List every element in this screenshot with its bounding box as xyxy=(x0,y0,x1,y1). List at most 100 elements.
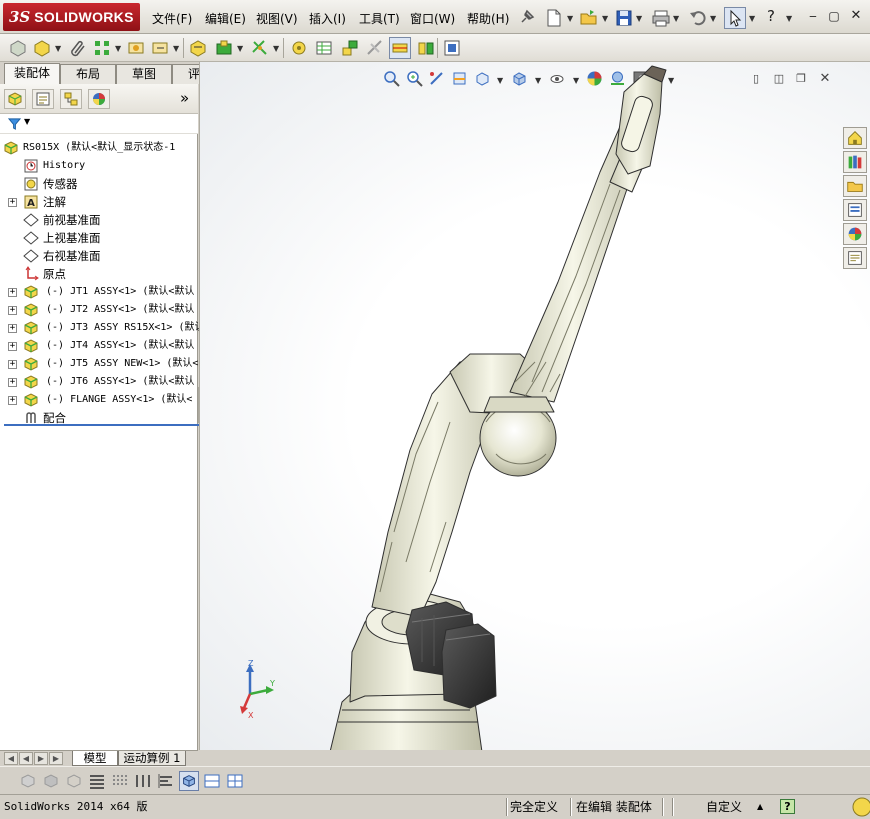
status-unit-system[interactable]: 自定义 xyxy=(706,798,742,817)
view-palette-icon[interactable] xyxy=(843,199,867,221)
notification-lightbulb-icon[interactable] xyxy=(846,797,870,819)
graphics-viewport[interactable]: ▼ ▼ ▼ ▼ ▯ ◫ ❐ ✕ Z Y X xyxy=(199,62,870,750)
menu-tools[interactable]: 工具(T) xyxy=(359,10,400,27)
tree-expander[interactable]: + xyxy=(8,378,17,387)
robot-arm-3d-model[interactable] xyxy=(310,62,780,750)
align-columns-icon[interactable] xyxy=(133,771,153,791)
viewport-restore-icon[interactable]: ❐ xyxy=(794,71,808,85)
tree-expander[interactable]: + xyxy=(8,324,17,333)
tree-item-top-plane[interactable]: 上视基准面 xyxy=(0,229,206,247)
new-part-icon[interactable] xyxy=(32,38,52,58)
linear-pattern-icon[interactable] xyxy=(92,38,112,58)
exploded-view-icon[interactable] xyxy=(340,38,360,58)
menu-file[interactable]: 文件(F) xyxy=(152,10,192,27)
tree-expander[interactable]: + xyxy=(8,288,17,297)
undo-icon[interactable] xyxy=(688,8,708,28)
last-tab-arrow-icon[interactable]: ▶ xyxy=(49,752,63,765)
tree-item-origin[interactable]: 原点 xyxy=(0,265,206,283)
tab-motion-study-1[interactable]: 运动算例 1 xyxy=(118,751,186,766)
print-dropdown-arrow[interactable]: ▼ xyxy=(673,14,679,23)
new-document-icon[interactable] xyxy=(544,8,564,28)
select-pointer-icon[interactable] xyxy=(724,7,746,29)
tree-expander[interactable]: + xyxy=(8,306,17,315)
solidworks-resources-home-icon[interactable] xyxy=(843,127,867,149)
menu-help[interactable]: 帮助(H) xyxy=(467,10,509,27)
tree-expander[interactable]: + xyxy=(8,342,17,351)
menu-edit[interactable]: 编辑(E) xyxy=(205,10,246,27)
featuremanager-tree-icon[interactable] xyxy=(4,89,26,109)
smart-fasteners-icon[interactable] xyxy=(126,38,146,58)
property-manager-icon[interactable] xyxy=(32,89,54,109)
maximize-icon[interactable]: ▢ xyxy=(826,9,842,23)
collapse-panel-chevron-icon[interactable]: » xyxy=(180,90,189,106)
minimize-icon[interactable]: ‒ xyxy=(805,9,821,23)
assembly-features-dropdown-arrow[interactable]: ▼ xyxy=(237,44,243,53)
first-tab-arrow-icon[interactable]: ◀ xyxy=(4,752,18,765)
tree-item-front-plane[interactable]: 前视基准面 xyxy=(0,211,206,229)
prev-tab-arrow-icon[interactable]: ◀ xyxy=(19,752,33,765)
new-part-dropdown-arrow[interactable]: ▼ xyxy=(55,44,61,53)
menu-window[interactable]: 窗口(W) xyxy=(410,10,455,27)
align-bars-icon[interactable] xyxy=(156,771,176,791)
reference-geometry-dropdown-arrow[interactable]: ▼ xyxy=(273,44,279,53)
design-library-icon[interactable] xyxy=(843,151,867,173)
print-icon[interactable] xyxy=(651,8,671,28)
select-dropdown-arrow[interactable]: ▼ xyxy=(749,14,755,23)
clearance-verification-icon[interactable] xyxy=(416,38,436,58)
show-hidden-components-icon[interactable] xyxy=(188,38,208,58)
unit-system-dropdown-arrow[interactable]: ▲ xyxy=(757,798,763,817)
tree-item-jt5-assy[interactable]: + (-) JT5 ASSY NEW<1> (默认< xyxy=(0,355,206,373)
tree-item-annotations[interactable]: + A 注解 xyxy=(0,193,206,211)
split-horizontal-icon[interactable] xyxy=(202,771,222,791)
shaded-disabled-icon[interactable] xyxy=(41,771,61,791)
appearances-scenes-icon[interactable] xyxy=(843,223,867,245)
new-motion-study-icon[interactable] xyxy=(289,38,309,58)
tree-expander[interactable]: + xyxy=(8,396,17,405)
tab-layout[interactable]: 布局 xyxy=(60,64,116,84)
file-explorer-folder-icon[interactable] xyxy=(843,175,867,197)
tree-item-jt6-assy[interactable]: + (-) JT6 ASSY<1> (默认<默认 xyxy=(0,373,206,391)
shaded-with-edges-disabled-icon[interactable] xyxy=(18,771,38,791)
dashed-lines-icon[interactable] xyxy=(110,771,130,791)
tree-expander[interactable]: + xyxy=(8,198,17,207)
undo-dropdown-arrow[interactable]: ▼ xyxy=(710,14,716,23)
interference-detection-icon[interactable] xyxy=(389,37,411,59)
move-dropdown-arrow[interactable]: ▼ xyxy=(173,44,179,53)
tree-expander[interactable]: + xyxy=(8,360,17,369)
tree-item-jt3-assy[interactable]: + (-) JT3 ASSY RS15X<1> (默认 xyxy=(0,319,206,337)
tree-item-right-plane[interactable]: 右视基准面 xyxy=(0,247,206,265)
filter-funnel-icon[interactable] xyxy=(8,117,21,130)
mate-paperclip-icon[interactable] xyxy=(68,38,88,58)
menu-insert[interactable]: 插入(I) xyxy=(309,10,346,27)
tab-sketch[interactable]: 草图 xyxy=(116,64,172,84)
pin-icon[interactable] xyxy=(516,8,536,28)
bill-of-materials-icon[interactable] xyxy=(314,38,334,58)
close-icon[interactable]: ✕ xyxy=(848,9,864,23)
help-question-icon[interactable]: ? xyxy=(763,9,779,24)
menu-view[interactable]: 视图(V) xyxy=(256,10,298,27)
split-four-icon[interactable] xyxy=(225,771,245,791)
open-dropdown-arrow[interactable]: ▼ xyxy=(602,14,608,23)
tree-item-history[interactable]: History xyxy=(0,157,206,175)
move-component-icon[interactable] xyxy=(150,38,170,58)
explode-line-sketch-icon[interactable] xyxy=(365,38,385,58)
viewport-close-icon[interactable]: ✕ xyxy=(818,71,832,85)
shaded-with-edges-icon[interactable] xyxy=(179,771,199,791)
assembly-features-icon[interactable] xyxy=(214,38,234,58)
hidden-lines-removed-disabled-icon[interactable] xyxy=(64,771,84,791)
tree-root-assembly[interactable]: RS015X (默认<默认_显示状态-1 xyxy=(0,139,206,157)
tree-item-jt1-assy[interactable]: + (-) JT1 ASSY<1> (默认<默认 xyxy=(0,283,206,301)
new-dropdown-arrow[interactable]: ▼ xyxy=(567,14,573,23)
save-dropdown-arrow[interactable]: ▼ xyxy=(636,14,642,23)
status-help-icon[interactable]: ? xyxy=(780,799,795,814)
filter-dropdown-arrow[interactable]: ▼ xyxy=(24,117,30,126)
tab-assembly[interactable]: 装配体 xyxy=(4,63,60,85)
lines-icon[interactable] xyxy=(87,771,107,791)
help-dropdown-arrow[interactable]: ▼ xyxy=(786,14,792,23)
configuration-manager-icon[interactable] xyxy=(60,89,82,109)
tree-item-flange-assy[interactable]: + (-) FLANGE ASSY<1> (默认< xyxy=(0,391,206,409)
tree-item-jt2-assy[interactable]: + (-) JT2 ASSY<1> (默认<默认 xyxy=(0,301,206,319)
open-folder-icon[interactable] xyxy=(579,8,599,28)
tree-item-sensors[interactable]: 传感器 xyxy=(0,175,206,193)
custom-properties-icon[interactable] xyxy=(843,247,867,269)
